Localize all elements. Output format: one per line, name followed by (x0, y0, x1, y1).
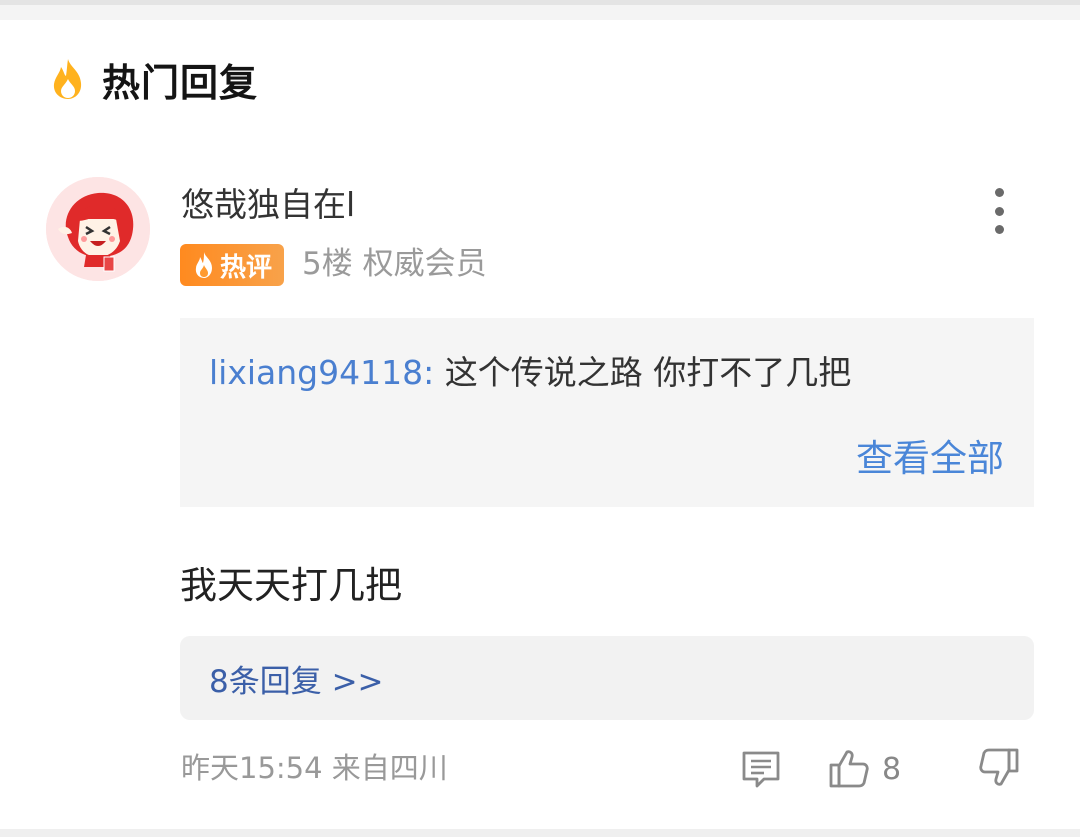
replies-panel[interactable]: 8条回复 >> (180, 636, 1034, 720)
floor-and-level: 5楼 权威会员 (302, 241, 487, 287)
like-button[interactable]: 8 (828, 746, 901, 792)
avatar[interactable] (46, 177, 150, 281)
timestamp: 昨天15:54 (181, 751, 323, 785)
thumbs-down-icon[interactable] (978, 746, 1020, 788)
member-level: 权威会员 (362, 246, 487, 282)
fire-icon (53, 59, 82, 99)
location: 来自四川 (331, 751, 448, 785)
quoted-reply: lixiang94118: 这个传说之路 你打不了几把 (209, 350, 851, 396)
view-replies-link[interactable]: 8条回复 >> (209, 656, 384, 701)
more-options-icon[interactable] (984, 188, 1014, 234)
quoted-username[interactable]: lixiang94118: (209, 353, 434, 392)
quoted-reply-box[interactable]: lixiang94118: 这个传说之路 你打不了几把 查看全部 (180, 318, 1034, 507)
section-title: 热门回复 (102, 60, 259, 105)
comment-text: 我天天打几把 (180, 564, 402, 607)
hot-comment-badge: 热评 (180, 244, 284, 286)
thumbs-up-icon (829, 750, 869, 788)
username[interactable]: 悠哉独自在l (181, 181, 355, 229)
view-all-link[interactable]: 查看全部 (856, 434, 1004, 484)
avatar-image (46, 177, 150, 281)
fire-icon (195, 252, 212, 278)
section-header: 热门回复 (48, 55, 258, 105)
top-divider (0, 0, 1080, 20)
bottom-divider (0, 829, 1080, 837)
like-count: 8 (882, 751, 902, 787)
comment-meta: 昨天15:54 来自四川 (181, 746, 448, 790)
comment-icon[interactable] (740, 748, 782, 790)
floor-number: 5楼 (302, 246, 353, 282)
hot-badge-label: 热评 (219, 252, 272, 283)
quoted-text: 这个传说之路 你打不了几把 (444, 353, 852, 392)
